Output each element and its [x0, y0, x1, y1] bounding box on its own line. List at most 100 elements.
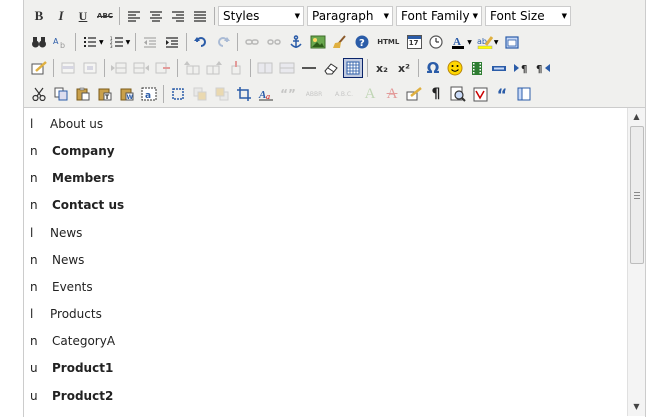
paste-button[interactable] — [73, 84, 93, 104]
select-all-button[interactable]: a — [139, 84, 159, 104]
absolute-position-button[interactable] — [234, 84, 254, 104]
insert-layer-button[interactable] — [168, 84, 188, 104]
styles-select[interactable]: Styles ▼ — [218, 6, 304, 26]
find-button[interactable] — [29, 32, 49, 52]
insert-time-button[interactable] — [426, 32, 446, 52]
edit-attributes-button[interactable] — [29, 58, 49, 78]
strikethrough-button[interactable]: ABC — [95, 6, 115, 26]
col-before-icon — [184, 61, 200, 75]
anchor-button[interactable] — [286, 32, 306, 52]
scroll-down-arrow-icon[interactable]: ▼ — [628, 398, 645, 415]
editor-content-area[interactable]: l About us n Company n Members n Contact us … — [24, 107, 645, 417]
insertion-button[interactable]: A — [360, 84, 380, 104]
insert-col-after-button[interactable] — [204, 58, 224, 78]
chevron-down-icon[interactable]: ▼ — [99, 39, 104, 46]
list-item[interactable]: n CategoryA — [30, 331, 115, 351]
chevron-down-icon[interactable]: ▼ — [494, 39, 499, 46]
list-item[interactable]: n Company — [30, 141, 115, 161]
font-family-select[interactable]: Font Family ▼ — [396, 6, 482, 26]
list-item[interactable]: l About us — [30, 114, 103, 134]
delete-col-button[interactable] — [226, 58, 246, 78]
fullscreen-button[interactable] — [502, 32, 522, 52]
list-item[interactable]: u Product1 — [30, 358, 113, 378]
scroll-up-arrow-icon[interactable]: ▲ — [628, 108, 645, 125]
help-button[interactable]: ? — [352, 32, 372, 52]
outdent-button[interactable] — [140, 32, 160, 52]
link-button[interactable] — [242, 32, 262, 52]
vertical-scrollbar[interactable]: ▲ ▼ — [627, 108, 645, 416]
superscript-button[interactable]: x² — [394, 58, 414, 78]
list-item[interactable]: n Events — [30, 277, 93, 297]
align-justify-button[interactable] — [190, 6, 210, 26]
paragraph-select[interactable]: Paragraph ▼ — [307, 6, 393, 26]
bullet-list-button[interactable] — [80, 32, 100, 52]
insert-image-button[interactable] — [308, 32, 328, 52]
find-replace-button[interactable]: Ab — [51, 32, 71, 52]
rtl-button[interactable]: ¶ — [533, 58, 553, 78]
underline-button[interactable]: U — [73, 6, 93, 26]
cut-button[interactable] — [29, 84, 49, 104]
italic-button[interactable]: I — [51, 6, 71, 26]
attributes-button[interactable] — [404, 84, 424, 104]
align-right-button[interactable] — [168, 6, 188, 26]
bold-button[interactable]: B — [29, 6, 49, 26]
split-cells-button[interactable] — [255, 58, 275, 78]
superscript-label: x² — [398, 61, 410, 75]
numbered-list-button[interactable]: 123 — [107, 32, 127, 52]
acronym-button[interactable]: A.B.C. — [330, 84, 358, 104]
insert-date-button[interactable]: 17 — [404, 32, 424, 52]
insert-row-after-button[interactable] — [131, 58, 151, 78]
align-left-button[interactable] — [124, 6, 144, 26]
chevron-down-icon[interactable]: ▼ — [467, 39, 472, 46]
row-properties-button[interactable] — [58, 58, 78, 78]
insert-col-before-button[interactable] — [182, 58, 202, 78]
blockquote-button[interactable]: “ — [492, 84, 512, 104]
background-color-button[interactable]: ab — [475, 32, 495, 52]
chevron-down-icon[interactable]: ▼ — [126, 39, 131, 46]
cleanup-button[interactable] — [330, 32, 350, 52]
subscript-button[interactable]: x₂ — [372, 58, 392, 78]
remove-format-button[interactable] — [321, 58, 341, 78]
abbreviation-button[interactable]: ABBR — [300, 84, 328, 104]
copy-button[interactable] — [51, 84, 71, 104]
visual-aid-button[interactable] — [343, 58, 363, 78]
insert-field-button[interactable] — [489, 58, 509, 78]
scrollbar-thumb[interactable] — [630, 126, 644, 264]
special-char-button[interactable]: Ω — [423, 58, 443, 78]
list-item[interactable]: l Products — [30, 304, 102, 324]
merge-cells-button[interactable] — [277, 58, 297, 78]
move-backward-button[interactable] — [212, 84, 232, 104]
font-size-select[interactable]: Font Size ▼ — [485, 6, 571, 26]
list-item[interactable]: n Members — [30, 168, 114, 188]
indent-button[interactable] — [162, 32, 182, 52]
html-source-button[interactable]: HTML — [374, 32, 402, 52]
deletion-button[interactable]: A — [382, 84, 402, 104]
unlink-button[interactable] — [264, 32, 284, 52]
paste-text-button[interactable]: T — [95, 84, 115, 104]
list-item[interactable]: n Contact us — [30, 195, 124, 215]
page-break-button[interactable] — [514, 84, 534, 104]
cell-properties-button[interactable] — [80, 58, 100, 78]
list-item[interactable]: l News — [30, 223, 82, 243]
cite-button[interactable]: “” — [278, 84, 298, 104]
styleprops-button[interactable]: Aa — [256, 84, 276, 104]
redo-button[interactable] — [213, 32, 233, 52]
horizontal-rule-button[interactable] — [299, 58, 319, 78]
undo-button[interactable] — [191, 32, 211, 52]
paste-word-button[interactable]: W — [117, 84, 137, 104]
insert-media-button[interactable] — [467, 58, 487, 78]
move-forward-button[interactable] — [190, 84, 210, 104]
numbered-list-icon: 123 — [110, 36, 123, 48]
ltr-button[interactable]: ¶ — [511, 58, 531, 78]
preview-button[interactable] — [448, 84, 468, 104]
list-item[interactable]: n News — [30, 250, 84, 270]
template-button[interactable] — [470, 84, 490, 104]
paragraph-select-value: Paragraph — [312, 9, 374, 23]
emoticons-button[interactable] — [445, 58, 465, 78]
delete-row-button[interactable] — [153, 58, 173, 78]
insert-row-before-button[interactable] — [109, 58, 129, 78]
list-item[interactable]: u Product2 — [30, 386, 113, 406]
text-color-button[interactable]: A — [448, 32, 468, 52]
visual-chars-button[interactable]: ¶ — [426, 84, 446, 104]
align-center-button[interactable] — [146, 6, 166, 26]
